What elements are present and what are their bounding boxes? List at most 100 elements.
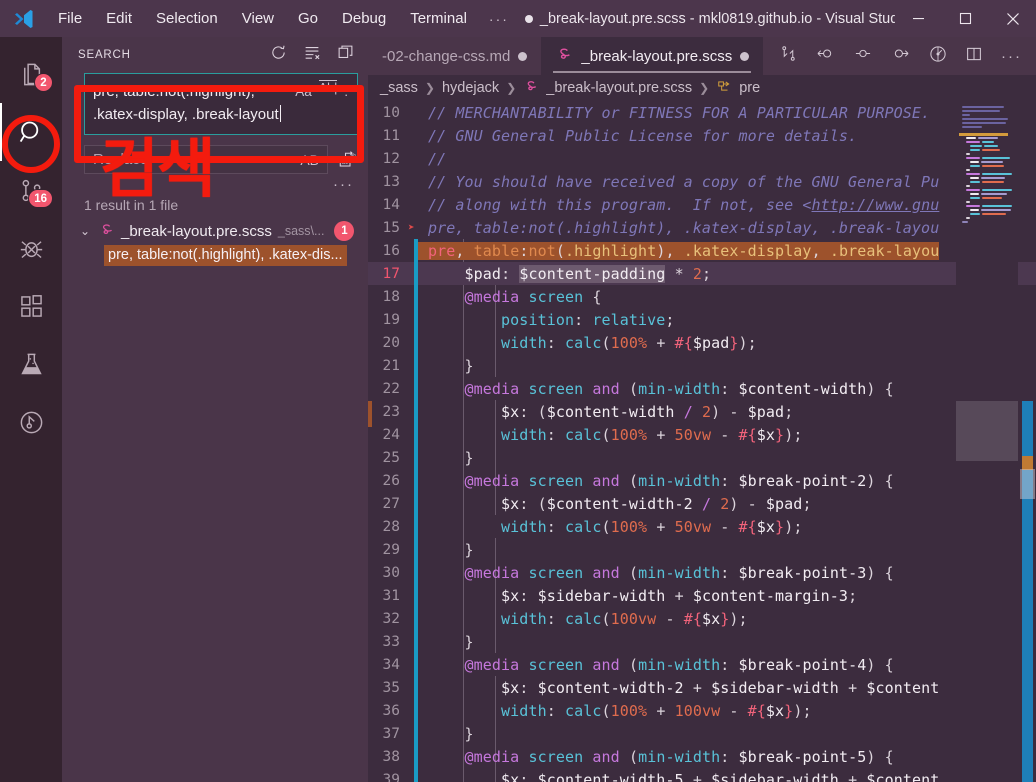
breadcrumb[interactable]: _sass ❯ hydejack ❯ _break-layout.pre.scs… [368, 75, 1036, 101]
menu-debug[interactable]: Debug [330, 7, 398, 30]
code-line[interactable]: 12 // [368, 147, 1036, 170]
code-line[interactable]: 36 width: calc(100% + 100vw - #{$x}); [368, 699, 1036, 722]
arrow-right-change-icon[interactable] [891, 45, 911, 67]
line-text: $x: $content-width-2 + $sidebar-width + … [501, 678, 940, 697]
inline-view-icon[interactable] [929, 45, 947, 68]
menu-view[interactable]: View [230, 7, 286, 30]
window-controls[interactable] [895, 0, 1036, 37]
activitybar-item-explorer[interactable]: 2 [0, 45, 62, 103]
result-match-preview[interactable]: pre, table:not(.highlight), .katex-dis..… [104, 245, 347, 266]
code-line[interactable]: 13 // You should have received a copy of… [368, 170, 1036, 193]
code-line[interactable]: 11 // GNU General Public License for mor… [368, 124, 1036, 147]
code-line[interactable]: 24 width: calc(100% + 50vw - #{$x}); [368, 423, 1036, 446]
menu-edit[interactable]: Edit [94, 7, 144, 30]
chevron-down-icon[interactable]: ⌄ [78, 224, 92, 238]
minimize-button[interactable] [895, 0, 942, 37]
breadcrumb-item-file[interactable]: _break-layout.pre.scss [546, 80, 692, 96]
code-line[interactable]: 26 @media screen and (min-width: $break-… [368, 469, 1036, 492]
code-line[interactable]: 19 position: relative; [368, 308, 1036, 331]
editor-vertical-scrollbar[interactable] [1018, 101, 1036, 782]
activitybar-item-timeline[interactable] [0, 393, 62, 451]
line-number: 18 [382, 288, 400, 305]
search-result-match-row[interactable]: pre, table:not(.highlight), .katex-dis..… [62, 243, 368, 271]
menu-selection[interactable]: Selection [144, 7, 230, 30]
code-line[interactable]: 31 $x: $sidebar-width + $content-margin-… [368, 584, 1036, 607]
toggle-search-details-icon[interactable]: ··· [333, 176, 354, 193]
search-options[interactable]: Aa Ab| .* [295, 80, 352, 103]
activitybar-item-extensions[interactable] [0, 277, 62, 335]
scrollbar-thumb[interactable] [1020, 469, 1035, 499]
menu-bar[interactable]: File Edit Selection View Go Debug Termin… [46, 7, 519, 30]
sidebar-actions[interactable] [270, 44, 354, 66]
editor-tab-actions[interactable]: ··· [766, 37, 1036, 75]
vscode-logo-icon [0, 7, 46, 31]
line-text: // [428, 149, 447, 168]
search-result-file-row[interactable]: ⌄ _break-layout.pre.scss _sass\... 1 [62, 219, 368, 243]
menu-go[interactable]: Go [286, 7, 330, 30]
line-text: $x: ($content-width-2 / 2) - $pad; [501, 494, 812, 513]
code-line[interactable]: 38 @media screen and (min-width: $break-… [368, 745, 1036, 768]
circle-dash-icon[interactable] [853, 45, 873, 67]
activitybar-item-debug[interactable] [0, 219, 62, 277]
new-editor-icon[interactable] [337, 44, 354, 66]
tab-break-layout-pre-scss[interactable]: _break-layout.pre.scss [541, 37, 764, 75]
replace-all-icon[interactable]: ac ab [336, 150, 358, 169]
menu-file[interactable]: File [46, 7, 94, 30]
tab-unsaved-dot-icon[interactable] [740, 51, 750, 61]
code-line[interactable]: 37 } [368, 722, 1036, 745]
split-editor-icon[interactable] [965, 45, 983, 68]
close-button[interactable] [989, 0, 1036, 37]
arrow-left-change-icon[interactable] [815, 45, 835, 67]
code-line[interactable]: 14 // along with this program. If not, s… [368, 193, 1036, 216]
code-line[interactable]: 18 @media screen { [368, 285, 1036, 308]
code-line[interactable]: 22 @media screen and (min-width: $conten… [368, 377, 1036, 400]
activitybar-item-search[interactable] [0, 103, 62, 161]
code-line[interactable]: 29 } [368, 538, 1036, 561]
code-line[interactable]: 27 $x: ($content-width-2 / 2) - $pad; [368, 492, 1036, 515]
breadcrumb-item-pre[interactable]: pre [739, 80, 760, 96]
code-line[interactable]: 16 pre, table:not(.highlight), .katex-di… [368, 239, 1036, 262]
code-line[interactable]: 30 @media screen and (min-width: $break-… [368, 561, 1036, 584]
code-line[interactable]: 28 width: calc(100% + 50vw - #{$x}); [368, 515, 1036, 538]
code-line[interactable]: 35 $x: $content-width-2 + $sidebar-width… [368, 676, 1036, 699]
whole-word-icon[interactable]: Ab| [318, 80, 338, 95]
code-line[interactable]: 21 } [368, 354, 1036, 377]
breadcrumb-item-sass[interactable]: _sass [380, 80, 418, 96]
menu-overflow-icon[interactable]: ··· [479, 8, 519, 30]
compare-changes-icon[interactable] [780, 45, 797, 67]
match-case-icon[interactable]: Aa [295, 80, 312, 103]
replace-input[interactable]: Replace AB [84, 145, 328, 174]
line-number: 14 [382, 196, 400, 213]
code-line[interactable]: 34 @media screen and (min-width: $break-… [368, 653, 1036, 676]
clear-all-icon[interactable] [303, 44, 321, 66]
code-line[interactable]: 32 width: calc(100vw - #{$x}); [368, 607, 1036, 630]
ellipsis-icon[interactable]: ··· [1001, 48, 1022, 65]
code-line[interactable]: 25 } [368, 446, 1036, 469]
code-line[interactable]: 15 ➤ pre, table:not(.highlight), .katex-… [368, 216, 1036, 239]
minimap[interactable] [956, 101, 1018, 782]
folding-arrow-icon[interactable]: ➤ [408, 221, 415, 234]
line-number-current: 17 [382, 265, 400, 282]
line-text: width: calc(100vw - #{$x}); [501, 609, 748, 628]
tab-unsaved-dot-icon[interactable] [518, 51, 528, 61]
code-line[interactable]: 10 // MERCHANTABILITY or FITNESS FOR A P… [368, 101, 1036, 124]
code-line[interactable]: 20 width: calc(100% + #{$pad}); [368, 331, 1036, 354]
preserve-case-icon[interactable]: AB [300, 152, 319, 168]
menu-terminal[interactable]: Terminal [398, 7, 479, 30]
code-line[interactable]: 39 $x: $content-width-5 + $sidebar-width… [368, 768, 1036, 782]
svg-text:ac: ac [342, 160, 348, 166]
tab-02-change-css-md[interactable]: -02-change-css.md [368, 37, 542, 75]
svg-text:ab: ab [351, 152, 356, 157]
code-line[interactable]: 33 } [368, 630, 1036, 653]
minimap-slider[interactable] [956, 401, 1018, 461]
activitybar-item-testing[interactable] [0, 335, 62, 393]
code-editor[interactable]: 10 // MERCHANTABILITY or FITNESS FOR A P… [368, 101, 1036, 782]
code-line-current[interactable]: 17 $pad: $content-padding * 2; [368, 262, 1036, 285]
refresh-icon[interactable] [270, 44, 287, 66]
breadcrumb-item-hydejack[interactable]: hydejack [442, 80, 499, 96]
code-line[interactable]: 23 $x: ($content-width / 2) - $pad; [368, 400, 1036, 423]
maximize-button[interactable] [942, 0, 989, 37]
use-regex-icon[interactable]: .* [344, 80, 352, 103]
activitybar-item-source-control[interactable]: 16 [0, 161, 62, 219]
search-input[interactable]: pre, table:not(.highlight), .katex-displ… [84, 73, 358, 135]
